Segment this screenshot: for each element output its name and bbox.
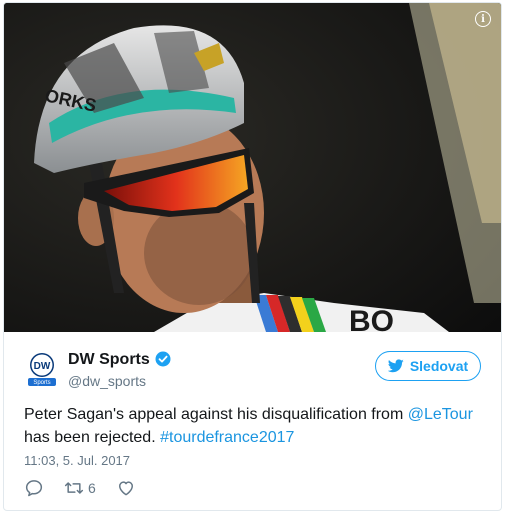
twitter-bird-icon (387, 359, 404, 373)
like-button[interactable] (116, 478, 136, 498)
reply-button[interactable] (24, 478, 44, 498)
reply-icon (25, 480, 43, 497)
hashtag-link[interactable]: #tourdefrance2017 (160, 429, 294, 446)
info-icon[interactable]: i (475, 11, 491, 27)
mention-link[interactable]: @LeTour (408, 406, 473, 423)
tweet-text-part2: has been rejected. (24, 429, 161, 446)
tweet-text-part1: Peter Sagan's appeal against his disqual… (24, 406, 408, 423)
follow-label: Sledovat (409, 358, 469, 374)
tweet-actions: 6 (24, 477, 156, 499)
avatar[interactable]: DW Sports (24, 351, 60, 387)
author-display-name[interactable]: DW Sports (68, 351, 150, 369)
verified-badge-icon (155, 351, 171, 367)
tweet-text: Peter Sagan's appeal against his disqual… (24, 403, 484, 449)
tweet-card: BO ORKS i DW Sports DW Sports @dw_sports… (3, 2, 502, 511)
follow-button[interactable]: Sledovat (375, 351, 481, 381)
retweet-icon (64, 482, 84, 494)
tweet-photo[interactable]: BO ORKS i (4, 3, 501, 332)
avatar-text: DW (34, 361, 51, 372)
retweet-button[interactable]: 6 (64, 478, 96, 498)
retweet-count: 6 (88, 480, 96, 496)
heart-icon (118, 481, 133, 496)
author-handle[interactable]: @dw_sports (68, 373, 146, 389)
cyclist-photo: BO ORKS (4, 3, 501, 332)
timestamp[interactable]: 11:03, 5. Jul. 2017 (24, 453, 130, 468)
avatar-subtext: Sports (33, 380, 50, 386)
jersey-text: BO (349, 305, 394, 332)
tweet-header: DW Sports DW Sports @dw_sports Sledovat (4, 343, 501, 399)
